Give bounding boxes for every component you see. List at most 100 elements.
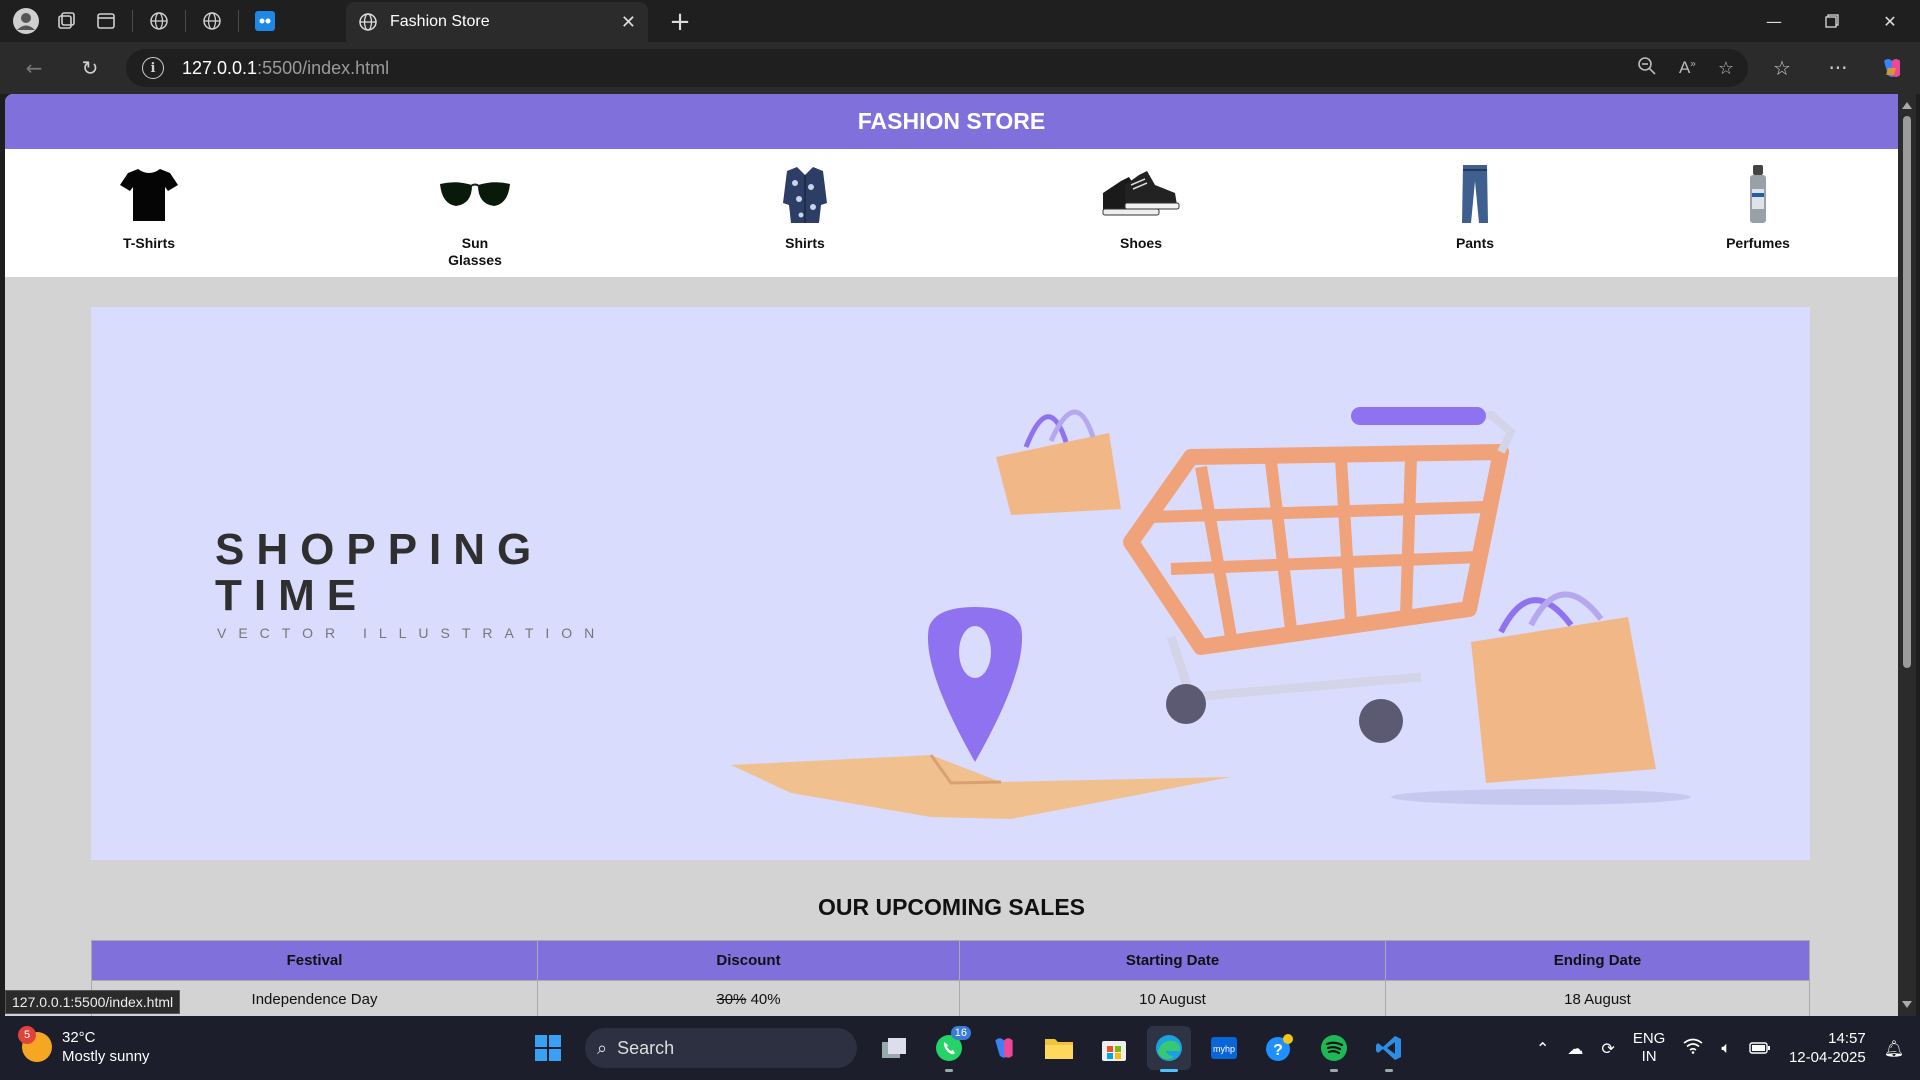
folder-icon [1045,1039,1073,1059]
browser-tab-strip: Fashion Store ✕ + — ✕ [0,0,1920,42]
close-window-button[interactable]: ✕ [1861,0,1919,42]
svg-text:myhp: myhp [1213,1044,1235,1054]
copilot-icon[interactable] [1874,50,1910,86]
tab-separator [185,10,186,32]
category-tshirts[interactable]: T-Shirts [79,159,219,252]
copilot-app[interactable] [982,1026,1026,1070]
favorite-star-icon[interactable]: ☆ [1718,58,1734,79]
category-perfumes[interactable]: Perfumes [1688,159,1828,252]
scroll-up-arrow[interactable] [1902,102,1912,109]
globe-tab-icon[interactable] [192,1,232,41]
shoes-icon [1102,171,1180,216]
clock[interactable]: 14:57 12-04-2025 [1789,1029,1866,1067]
scroll-thumb[interactable] [1903,116,1911,668]
perfume-icon [1750,165,1766,223]
sunglasses-icon [440,182,510,206]
back-button[interactable]: ← [16,50,52,86]
shirt-icon [783,167,827,223]
start-button[interactable] [526,1026,570,1070]
scroll-down-arrow[interactable] [1902,1001,1912,1008]
taskbar-search[interactable]: ⌕ Search [585,1028,857,1068]
vscode-app[interactable] [1367,1026,1411,1072]
file-explorer-app[interactable] [1037,1026,1081,1070]
shopping-cart-illustration [731,407,1691,819]
workspaces-icon[interactable] [46,1,86,41]
profile-icon[interactable] [6,1,46,41]
site-info-icon[interactable]: i [142,57,164,79]
tab-separator [238,10,239,32]
lang-region: IN [1641,1048,1657,1065]
system-tray: ⌃ ☁ ⟳ ENG IN 🔈︎ 14:57 12-04-2025 🔔︎ [1536,1016,1920,1080]
running-indicator [1385,1069,1393,1072]
svg-text:?: ? [1273,1042,1283,1059]
weather-widget[interactable]: 5 32°C Mostly sunny [18,1026,150,1066]
app-tab-icon[interactable] [245,1,285,41]
old-discount: 30% [716,991,747,1008]
notification-bell-icon[interactable]: 🔔︎ [1884,1039,1904,1058]
category-label: T-Shirts [122,235,176,251]
myhp-app[interactable]: myhp [1202,1026,1246,1070]
close-tab-icon[interactable]: ✕ [621,12,636,33]
category-shoes[interactable]: Shoes [1071,159,1211,252]
tab-separator [132,10,133,32]
help-app[interactable]: ? [1257,1026,1301,1070]
link-status-tooltip: 127.0.0.1:5500/index.html [5,990,181,1014]
category-pants[interactable]: Pants [1405,159,1545,252]
category-shirts[interactable]: Shirts [735,159,875,252]
address-bar[interactable]: i 127.0.0.1:5500/index.html A» ☆ [126,49,1748,87]
read-aloud-icon[interactable]: A» [1679,58,1696,78]
tab-actions-icon[interactable] [86,1,126,41]
clock-time: 14:57 [1828,1030,1866,1047]
col-header-starting-date: Starting Date [959,940,1386,981]
tab-fashion-store[interactable]: Fashion Store ✕ [346,2,648,42]
category-label: Shoes [1119,235,1162,251]
url-path: :5500/index.html [257,57,390,78]
sales-section-title: OUR UPCOMING SALES [817,894,1086,920]
task-view-button[interactable] [872,1026,916,1070]
col-header-discount: Discount [537,940,960,981]
globe-tab-icon[interactable] [139,1,179,41]
zoom-out-icon[interactable] [1637,56,1657,81]
whatsapp-app[interactable]: 16 [927,1026,971,1072]
tshirt-icon [120,169,178,221]
search-label: Search [617,1037,675,1058]
whatsapp-badge: 16 [950,1026,971,1040]
running-indicator [1160,1069,1178,1072]
volume-icon[interactable]: 🔈︎ [1721,1038,1731,1058]
category-label: Pants [1455,235,1495,251]
weather-badge: 5 [18,1026,36,1044]
new-tab-button[interactable]: + [660,2,700,42]
copilot-app-icon [995,1038,1013,1058]
onedrive-icon[interactable]: ☁ [1567,1039,1583,1058]
microsoft-store-app[interactable] [1092,1026,1136,1070]
language-indicator[interactable]: ENG IN [1633,1030,1666,1066]
category-label: Sun Glasses [448,235,502,268]
spotify-icon [1321,1035,1347,1061]
category-label: Perfumes [1726,235,1790,251]
spotify-app[interactable] [1312,1026,1356,1072]
tab-title: Fashion Store [390,13,490,30]
sales-table: Festival Discount Starting Date Ending D… [91,940,1810,1016]
table-header-row: Festival Discount Starting Date Ending D… [91,940,1810,981]
wifi-icon[interactable] [1683,1038,1703,1058]
show-hidden-icons-chevron[interactable]: ⌃ [1536,1039,1549,1058]
more-menu-icon[interactable]: ··· [1820,50,1856,86]
cell-discount: 30% 40% [537,980,960,1016]
new-discount: 40% [750,991,781,1008]
favorites-icon[interactable]: ☆ [1764,50,1800,86]
page-scrollbar[interactable] [1898,94,1916,1016]
battery-icon[interactable] [1749,1039,1771,1058]
store-icon [1102,1041,1126,1061]
windows-taskbar: 5 32°C Mostly sunny ⌕ Search 16 myhp ? ⌃… [0,1016,1920,1080]
help-icon: ? [1266,1034,1293,1061]
minimize-button[interactable]: — [1745,0,1803,42]
restore-button[interactable] [1803,0,1861,42]
category-nav: T-Shirts Sun Glasses Shirts Shoes Pants … [5,149,1898,277]
col-header-festival: Festival [91,940,538,981]
category-sunglasses[interactable]: Sun Glasses [405,159,545,269]
page-viewport: FASHION STORE T-Shirts Sun Glasses Shirt… [5,94,1898,1016]
refresh-button[interactable]: ↻ [72,50,108,86]
sync-icon[interactable]: ⟳ [1601,1039,1614,1058]
task-view-icon [882,1038,906,1058]
edge-app[interactable] [1147,1026,1191,1072]
